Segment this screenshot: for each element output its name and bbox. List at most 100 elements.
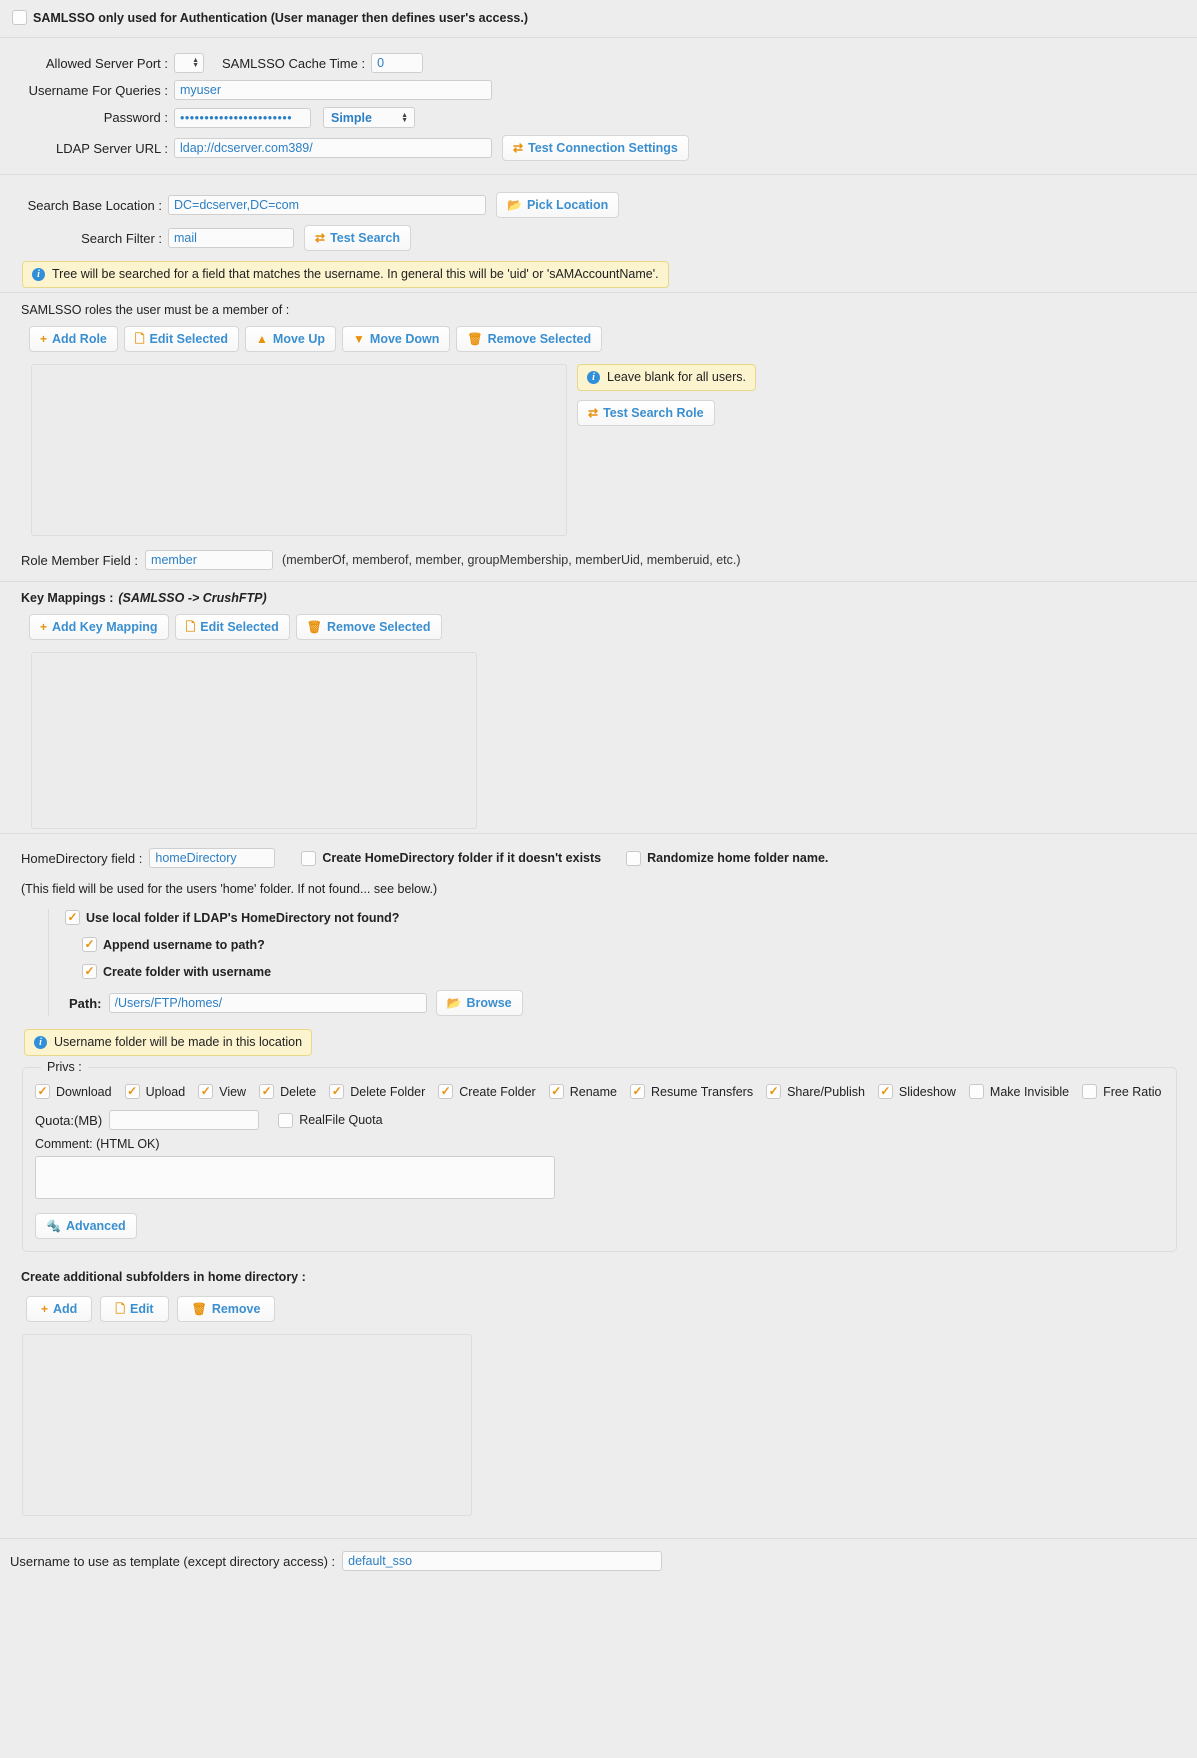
priv-view[interactable]: View (198, 1084, 246, 1099)
add-key-mapping-button[interactable]: + Add Key Mapping (29, 614, 169, 640)
roles-listbox[interactable] (31, 364, 567, 536)
quota-label: Quota:(MB) (35, 1112, 103, 1128)
randomize-home-folder-checkbox[interactable] (626, 850, 642, 866)
remove-selected-key-mapping-button[interactable]: 🗑 Remove Selected (295, 614, 442, 640)
priv-download-checkbox[interactable] (35, 1084, 50, 1099)
template-username-input[interactable] (342, 1551, 663, 1571)
priv-share-publish[interactable]: Share/Publish (766, 1084, 865, 1099)
swap-arrows-icon: ⇄ (513, 141, 524, 155)
edit-selected-key-mapping-button[interactable]: 🗋 Edit Selected (174, 614, 290, 640)
info-icon: i (587, 371, 600, 384)
edit-subfolder-button[interactable]: 🗋 Edit (100, 1296, 169, 1322)
privs-checkbox-row: Download Upload View Delete Delete Folde… (35, 1084, 1164, 1099)
remove-subfolder-button[interactable]: 🗑 Remove (176, 1296, 276, 1322)
priv-view-checkbox[interactable] (198, 1084, 214, 1099)
auth-only-label: SAMLSSO only used for Authentication (Us… (33, 10, 528, 25)
priv-free-ratio[interactable]: Free Ratio (1082, 1084, 1161, 1099)
priv-delete[interactable]: Delete (259, 1084, 316, 1099)
subfolders-listbox[interactable] (22, 1334, 472, 1516)
info-icon: i (34, 1036, 47, 1049)
role-member-field-input[interactable] (145, 550, 274, 570)
test-connection-label: Test Connection Settings (528, 141, 678, 155)
move-up-role-button[interactable]: ▲ Move Up (245, 326, 337, 352)
priv-resume-transfers-checkbox[interactable] (629, 1084, 645, 1099)
append-username-checkbox[interactable] (82, 937, 97, 952)
priv-free-ratio-label: Free Ratio (1103, 1084, 1162, 1099)
password-input[interactable] (174, 107, 311, 128)
plus-icon: + (40, 332, 48, 346)
priv-download-label: Download (56, 1084, 112, 1099)
comment-textarea[interactable] (35, 1156, 555, 1199)
priv-rename-checkbox[interactable] (548, 1084, 564, 1099)
create-folder-with-username-checkbox[interactable] (82, 964, 97, 979)
trash-icon: 🗑 (306, 620, 322, 634)
priv-share-publish-checkbox[interactable] (766, 1084, 782, 1099)
priv-download[interactable]: Download (35, 1084, 112, 1099)
path-label: Path: (69, 995, 102, 1011)
add-subfolder-button[interactable]: + Add (26, 1296, 93, 1322)
priv-create-folder[interactable]: Create Folder (438, 1084, 536, 1099)
priv-make-invisible[interactable]: Make Invisible (968, 1084, 1070, 1099)
priv-create-folder-label: Create Folder (459, 1084, 536, 1099)
ldap-url-input[interactable] (174, 138, 492, 158)
priv-delete-folder-checkbox[interactable] (329, 1084, 345, 1099)
homedirectory-field-input[interactable] (149, 848, 276, 868)
priv-rename[interactable]: Rename (548, 1084, 617, 1099)
browse-button[interactable]: 📂 Browse (435, 990, 523, 1016)
edit-selected-role-label: Edit Selected (149, 332, 229, 346)
subfolders-section: Create additional subfolders in home dir… (0, 1256, 1197, 1516)
randomize-home-folder-label: Randomize home folder name. (647, 851, 829, 865)
priv-delete-folder[interactable]: Delete Folder (329, 1084, 425, 1099)
test-search-role-button[interactable]: ⇄ Test Search Role (577, 400, 715, 426)
edit-selected-role-button[interactable]: 🗋 Edit Selected (123, 326, 240, 352)
search-info-text: Tree will be searched for a field that m… (52, 267, 659, 281)
search-filter-input[interactable] (168, 228, 294, 248)
priv-rename-label: Rename (569, 1084, 617, 1099)
cache-time-input[interactable] (371, 53, 424, 73)
priv-create-folder-checkbox[interactable] (438, 1084, 454, 1099)
allowed-server-port-stepper[interactable]: ▲ ▼ (174, 53, 204, 73)
edit-selected-key-mapping-label: Edit Selected (200, 620, 279, 634)
roles-info-text: Leave blank for all users. (607, 370, 746, 384)
remove-selected-key-mapping-label: Remove Selected (326, 620, 431, 634)
auth-only-checkbox-row[interactable]: SAMLSSO only used for Authentication (Us… (12, 10, 528, 25)
priv-delete-checkbox[interactable] (259, 1084, 275, 1099)
realfile-quota-checkbox[interactable] (278, 1112, 294, 1128)
auth-only-checkbox[interactable] (12, 10, 27, 25)
add-role-label: Add Role (52, 332, 107, 346)
priv-free-ratio-checkbox[interactable] (1082, 1084, 1098, 1099)
test-connection-button[interactable]: ⇄ Test Connection Settings (502, 135, 689, 161)
randomize-home-folder-row[interactable]: Randomize home folder name. (626, 850, 829, 866)
test-search-button[interactable]: ⇄ Test Search (304, 225, 412, 251)
key-mappings-listbox[interactable] (31, 652, 477, 829)
priv-slideshow[interactable]: Slideshow (877, 1084, 956, 1099)
priv-resume-transfers[interactable]: Resume Transfers (629, 1084, 753, 1099)
priv-upload[interactable]: Upload (124, 1084, 185, 1099)
path-input[interactable] (108, 993, 427, 1013)
priv-make-invisible-label: Make Invisible (989, 1084, 1070, 1099)
use-local-folder-checkbox[interactable] (65, 910, 80, 925)
advanced-button[interactable]: 🔩 Advanced (35, 1213, 137, 1239)
create-folder-with-username-row[interactable]: Create folder with username (82, 964, 271, 979)
priv-upload-checkbox[interactable] (124, 1084, 140, 1099)
move-down-role-button[interactable]: ▼ Move Down (342, 326, 451, 352)
search-base-input[interactable] (168, 195, 486, 215)
edit-subfolder-label: Edit (129, 1302, 154, 1316)
add-role-button[interactable]: + Add Role (29, 326, 118, 352)
quota-input[interactable] (109, 1110, 260, 1130)
priv-view-label: View (219, 1084, 247, 1099)
append-username-row[interactable]: Append username to path? (82, 937, 265, 952)
remove-selected-role-button[interactable]: 🗑 Remove Selected (456, 326, 603, 352)
pick-location-button[interactable]: 📂 Pick Location (496, 192, 620, 218)
username-queries-input[interactable] (174, 80, 492, 100)
create-homedirectory-folder-row[interactable]: Create HomeDirectory folder if it doesn'… (301, 850, 601, 866)
priv-slideshow-checkbox[interactable] (877, 1084, 893, 1099)
plus-icon: + (40, 620, 48, 634)
create-homedirectory-folder-checkbox[interactable] (301, 850, 317, 866)
swap-arrows-icon: ⇄ (588, 406, 599, 420)
realfile-quota-row[interactable]: RealFile Quota (278, 1112, 383, 1128)
auth-method-select[interactable]: Simple ▲ ▼ (323, 107, 415, 128)
chevron-updown-icon: ▲ ▼ (401, 111, 408, 124)
priv-make-invisible-checkbox[interactable] (968, 1084, 984, 1099)
use-local-folder-row[interactable]: Use local folder if LDAP's HomeDirectory… (65, 910, 399, 925)
